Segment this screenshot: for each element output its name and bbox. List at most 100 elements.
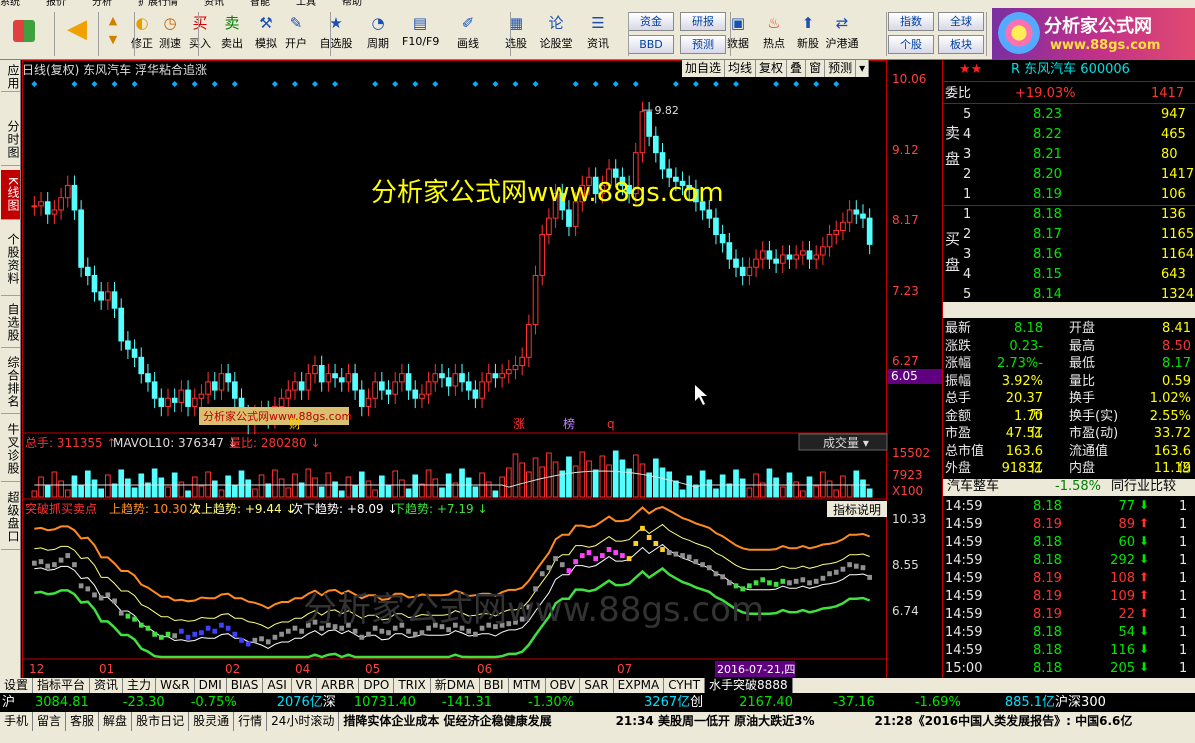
left-tab-1[interactable]: 分时图 (1, 114, 20, 166)
bottom-button-6[interactable]: 行情 (234, 712, 268, 731)
layout-icon-button[interactable] (4, 10, 44, 58)
menu-item-4[interactable]: 资讯 (204, 0, 224, 8)
toolbar-box-button[interactable]: 指数 (888, 12, 934, 31)
forum-button[interactable]: 论论股堂 (538, 10, 574, 58)
toolbar-box-button[interactable]: 全球 (938, 12, 984, 31)
indicator-tab-10[interactable]: DPO (359, 678, 395, 693)
chart-area[interactable]: 9.82 分析家公式网www.88gs.com 分析家公式网www.88gs.com… (22, 60, 888, 680)
toolbar-box-button[interactable]: 板块 (938, 35, 984, 54)
indicator-tab-9[interactable]: ARBR (317, 678, 360, 693)
k-menu-icon[interactable]: ▾ (856, 60, 870, 77)
period-button[interactable]: ◔ 周期 (360, 10, 396, 58)
indicator-tab-8[interactable]: VR (292, 678, 318, 693)
news-button[interactable]: ☰ 资讯 (580, 10, 616, 58)
select-button[interactable]: ▦ 选股 (498, 10, 534, 58)
indicator-tab-2[interactable]: 资讯 (90, 678, 124, 693)
toolbar-label: 沪港通 (825, 37, 859, 50)
menu-item-1[interactable]: 报价 (46, 0, 66, 8)
menu-item-2[interactable]: 分析 (92, 0, 112, 8)
indicator-candle (112, 598, 117, 604)
bottom-button-7[interactable]: 24小时滚动 (267, 712, 340, 731)
volume-bar (840, 475, 846, 498)
indicator-candle (833, 569, 839, 575)
indicator-tab-1[interactable]: 指标平台 (33, 678, 91, 693)
buy-button[interactable]: 买买入 (182, 10, 218, 58)
indicator-tab-17[interactable]: EXPMA (614, 678, 665, 693)
menu-item-0[interactable]: 系统 (0, 0, 20, 8)
pen-button[interactable]: ✐ 画线 (450, 10, 486, 58)
f10-button[interactable]: ▤ F10/F9 (402, 10, 439, 58)
signal-diamond (572, 81, 579, 87)
new-stock-button[interactable]: ⬆ 新股 (790, 10, 826, 58)
left-tab-4[interactable]: 自选股 (1, 298, 20, 348)
candle (151, 381, 158, 399)
toolbar-box-button[interactable]: 研报 (680, 12, 726, 31)
candle (445, 377, 452, 387)
bottom-button-3[interactable]: 解盘 (99, 712, 133, 731)
k-button-1[interactable]: 均线 (725, 60, 757, 77)
indicator-tab-11[interactable]: TRIX (394, 678, 431, 693)
left-tab-7[interactable]: 超级盘口 (1, 484, 20, 550)
menu-item-7[interactable]: 帮助 (342, 0, 362, 8)
indicator-tab-3[interactable]: 主力 (123, 678, 157, 693)
bottom-button-0[interactable]: 手机 (0, 712, 34, 731)
left-tab-2[interactable]: K线图 (1, 170, 20, 220)
toolbar-label: 资讯 (587, 37, 609, 50)
indicator-tab-0[interactable]: 设置 (0, 678, 34, 693)
k-button-4[interactable]: 窗 (806, 60, 826, 77)
status-cy-chg: -37.16 (832, 695, 875, 710)
indicator-tab-5[interactable]: DMI (195, 678, 227, 693)
toolbar-box-button[interactable]: 预测 (680, 35, 726, 54)
toolbar-box-button[interactable]: BBD (628, 35, 674, 54)
news-headline-2[interactable]: 21:34 美股周一低开 原油大跌近3% (616, 714, 815, 728)
bottom-button-1[interactable]: 留言 (33, 712, 67, 731)
volume-bar (706, 479, 713, 498)
toolbar-box-button[interactable]: 个股 (888, 35, 934, 54)
candle (352, 373, 358, 391)
hot-button[interactable]: ♨ 热点 (756, 10, 792, 58)
k-button-3[interactable]: 叠 (787, 60, 807, 77)
k-button-2[interactable]: 复权 (756, 60, 788, 77)
news-headline-3[interactable]: 21:28《2016中国人类发展报告》: 中国6.6亿 (875, 714, 1133, 728)
indicator-tab-13[interactable]: BBI (480, 678, 509, 693)
toolbar-label: 热点 (763, 37, 785, 50)
indicator-tab-19[interactable]: 水手突破8888 (705, 678, 793, 693)
menu-item-6[interactable]: 工具 (296, 0, 316, 8)
indicator-candle (700, 562, 705, 568)
favorites-button[interactable]: ★ 自选股 (318, 10, 354, 58)
candle (332, 373, 338, 379)
updown-button[interactable]: ▲ ▼ (102, 10, 124, 58)
indicator-tab-18[interactable]: CYHT (664, 678, 706, 693)
menu-item-3[interactable]: 扩展行情 (138, 0, 178, 8)
menu-item-5[interactable]: 智能 (250, 0, 270, 8)
bottom-button-5[interactable]: 股灵通 (189, 712, 235, 731)
news-headline-1[interactable]: 措降实体企业成本 促经济企稳健康发展 (343, 714, 551, 728)
new-stock-icon: ⬆ (801, 14, 815, 32)
k-button-0[interactable]: 加自选 (682, 60, 726, 77)
indicator-tab-16[interactable]: SAR (580, 678, 614, 693)
k-button-5[interactable]: 预测 (825, 60, 857, 77)
indicator-tab-4[interactable]: W&R (156, 678, 195, 693)
toolbar-box-button[interactable]: 资金 (628, 12, 674, 31)
bottom-button-2[interactable]: 客服 (66, 712, 100, 731)
indicator-tab-12[interactable]: 新DMA (431, 678, 480, 693)
open-account-button[interactable]: ✎ 开户 (278, 10, 314, 58)
left-tab-0[interactable]: 应用 (1, 62, 20, 92)
left-tab-6[interactable]: 牛叉诊股 (1, 416, 20, 482)
bottom-button-4[interactable]: 股市日记 (132, 712, 190, 731)
tick-time: 14:59 (945, 535, 983, 550)
back-button[interactable]: ◀ (60, 10, 94, 58)
indicator-tab-15[interactable]: OBV (546, 678, 581, 693)
hk-connect-button[interactable]: ⇄ 沪港通 (824, 10, 860, 58)
volume-bar (305, 468, 312, 498)
candle (526, 324, 532, 358)
indicator-candle (693, 559, 699, 565)
sell-button[interactable]: 卖卖出 (214, 10, 250, 58)
sector-compare-button[interactable]: 同行业比较 (1111, 478, 1176, 495)
indicator-tab-14[interactable]: MTM (509, 678, 546, 693)
left-tab-3[interactable]: 个股资料 (1, 222, 20, 296)
left-tab-5[interactable]: 综合排名 (1, 350, 20, 414)
indicator-tab-6[interactable]: BIAS (227, 678, 264, 693)
indicator-tab-7[interactable]: ASI (263, 678, 292, 693)
bid-price: 8.16 (1033, 247, 1062, 262)
